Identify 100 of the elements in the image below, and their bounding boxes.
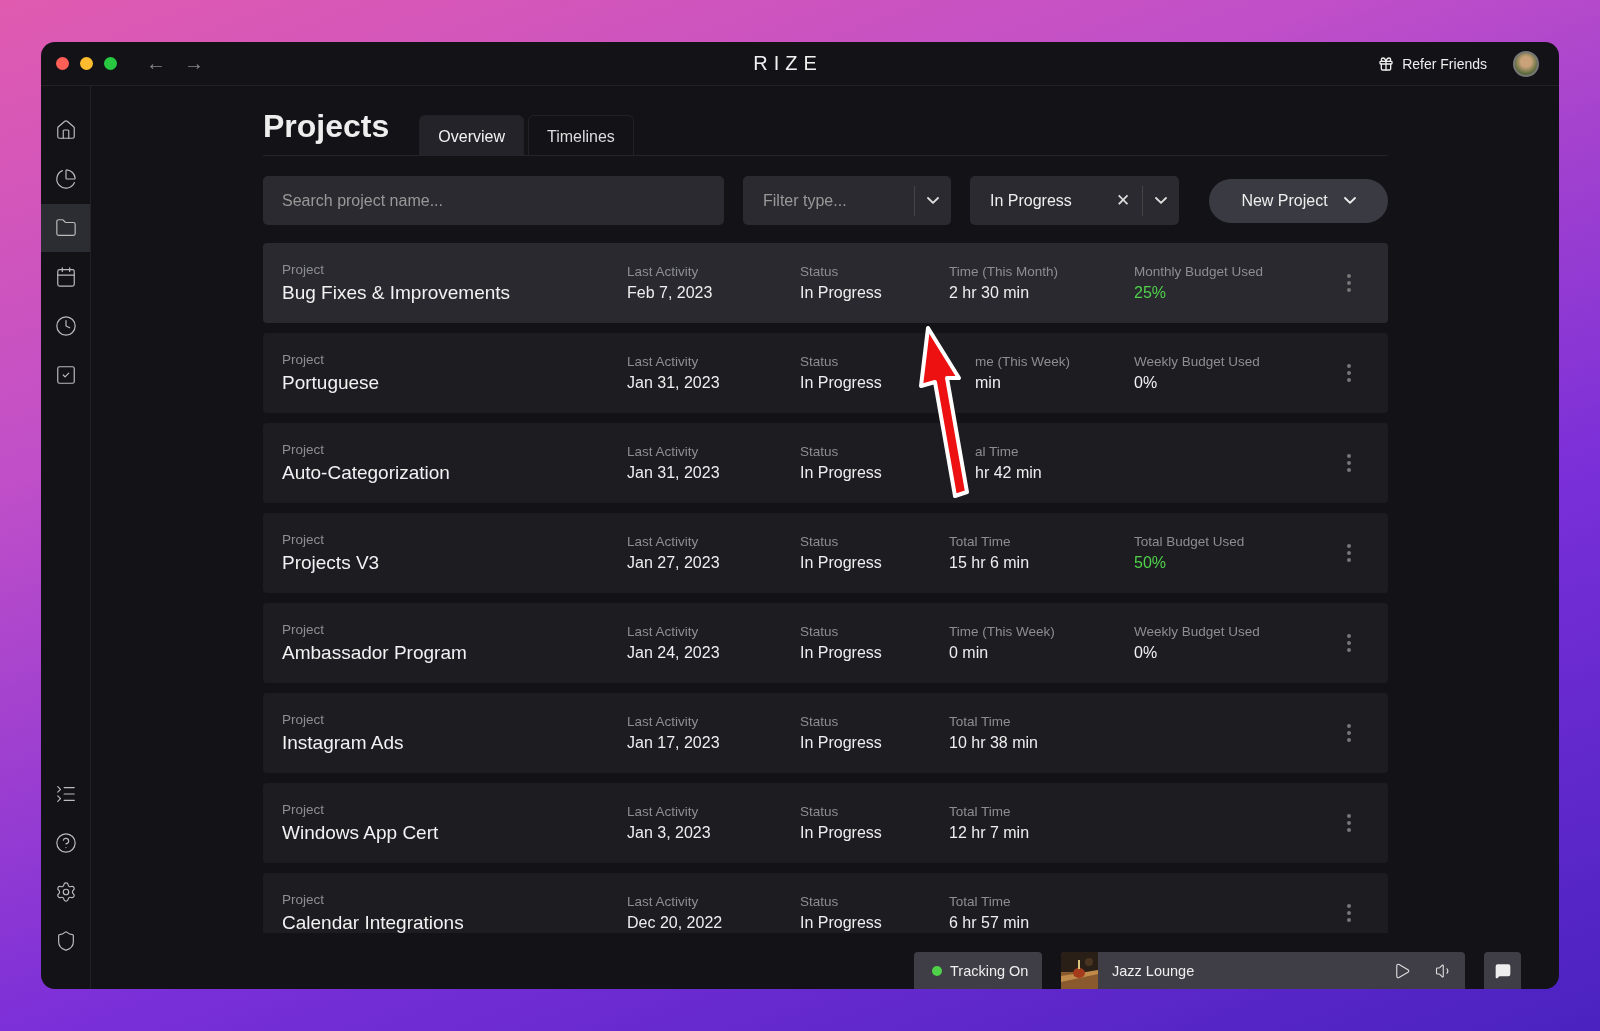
close-button[interactable] [56, 57, 69, 70]
status-value: In Progress [800, 284, 882, 302]
last-activity-date: Jan 17, 2023 [627, 734, 720, 752]
project-name: Ambassador Program [282, 642, 467, 664]
page-title: Projects [263, 108, 390, 145]
new-project-button[interactable]: New Project [1209, 178, 1388, 223]
field-label: Weekly Budget Used [1134, 624, 1260, 639]
forward-button[interactable]: → [184, 52, 204, 75]
tab[interactable]: Overview [419, 115, 524, 155]
budget-value: 0% [1134, 374, 1158, 392]
more-button[interactable] [1347, 724, 1351, 742]
field-label: Total Time [949, 804, 1011, 819]
field-label: Status [800, 894, 839, 909]
time-value: 12 hr 7 min [949, 824, 1030, 842]
clear-button[interactable]: ✕ [1104, 186, 1142, 215]
avatar[interactable] [1513, 50, 1539, 77]
tab[interactable]: Timelines [527, 115, 634, 155]
more-button[interactable] [1347, 904, 1351, 922]
field-label: Project [282, 622, 325, 637]
project-row[interactable]: Project Ambassador Program Last Activity Jan 24, 2023 Status In Progress Time (This Week) 0 min Weekly Budget Used 0% [263, 603, 1388, 683]
more-button[interactable] [1347, 634, 1351, 652]
status-value: In Progress [800, 644, 882, 662]
more-icon [1347, 634, 1351, 652]
last-activity-date: Jan 31, 2023 [627, 464, 720, 482]
field-label: al Time [975, 444, 1019, 459]
filter-type-field[interactable]: Filter type... [743, 176, 914, 225]
more-button[interactable] [1347, 544, 1351, 562]
project-row[interactable]: Project Instagram Ads Last Activity Jan 17, 2023 Status In Progress Total Time 10 hr 38 min [263, 693, 1388, 773]
status-value: In Progress [800, 914, 882, 932]
more-icon [1347, 274, 1351, 292]
field-label: Project [282, 892, 325, 907]
time-value: min [975, 374, 1001, 392]
refer-friends-button[interactable]: Refer Friends [1372, 54, 1493, 73]
back-button[interactable]: ← [146, 52, 166, 75]
app-logo: RIZE [753, 52, 823, 75]
budget-value: 25% [1134, 284, 1167, 302]
field-label: Status [800, 804, 839, 819]
field-label: Status [800, 714, 839, 729]
folder-icon [54, 217, 77, 239]
tracking-button[interactable]: Tracking On [914, 952, 1042, 989]
project-row[interactable]: Project Projects V3 Last Activity Jan 27, 2023 Status In Progress Total Time 15 hr 6 min Total Budget Used 50% [263, 513, 1388, 593]
track-title: Jazz Lounge [1111, 962, 1196, 979]
more-icon [1347, 904, 1351, 922]
minimize-button[interactable] [80, 57, 93, 70]
field-label: Status [800, 354, 839, 369]
field-label: Status [800, 624, 839, 639]
status-value: In Progress [800, 824, 882, 842]
project-row[interactable]: Project Portuguese Last Activity Jan 31, 2023 Status In Progress me (This Week) min Weekly Budget Used 0% [263, 333, 1388, 413]
field-label: Last Activity [627, 624, 699, 639]
project-name: Calendar Integrations [282, 912, 464, 933]
chevron-down-icon [927, 196, 939, 205]
field-label: Project [282, 802, 325, 817]
field-label: Total Time [949, 714, 1011, 729]
more-button[interactable] [1347, 274, 1351, 292]
filter-type-select[interactable]: Filter type... [743, 176, 951, 225]
budget-value: 0% [1134, 644, 1158, 662]
time-value: 10 hr 38 min [949, 734, 1038, 752]
list-icon [54, 783, 77, 805]
checkbox-icon [54, 364, 77, 386]
status-value: In Progress [800, 554, 882, 572]
more-icon [1347, 724, 1351, 742]
gift-icon [1378, 55, 1395, 72]
more-icon [1347, 454, 1351, 472]
zoom-button[interactable] [104, 57, 117, 70]
project-row[interactable]: Project Bug Fixes & Improvements Last Activity Feb 7, 2023 Status In Progress Time (This Month) 2 hr 30 min Monthly Budget Used 25% [263, 243, 1388, 323]
field-label: Last Activity [627, 354, 699, 369]
settings-icon [54, 881, 77, 903]
field-label: Project [282, 352, 325, 367]
search-field[interactable]: Search project name... [263, 176, 724, 225]
project-name: Auto-Categorization [282, 462, 450, 484]
project-row[interactable]: Project Auto-Categorization Last Activity Jan 31, 2023 Status In Progress al Time hr 42 min [263, 423, 1388, 503]
field-label: Total Time [949, 894, 1011, 909]
project-name: Bug Fixes & Improvements [282, 282, 511, 304]
status-filter-value[interactable]: In Progress [970, 191, 1104, 210]
field-label: Last Activity [627, 714, 699, 729]
chat-button[interactable] [1484, 952, 1521, 989]
more-button[interactable] [1347, 814, 1351, 832]
project-name: Portuguese [282, 372, 380, 394]
project-name: Projects V3 [282, 552, 380, 574]
field-label: Last Activity [627, 444, 699, 459]
home-icon [54, 119, 77, 141]
project-row[interactable]: Project Windows App Cert Last Activity Jan 3, 2023 Status In Progress Total Time 12 hr 7 min [263, 783, 1388, 863]
clock-icon [54, 315, 77, 337]
field-label: Status [800, 264, 839, 279]
time-value: hr 42 min [975, 464, 1042, 482]
field-label: Project [282, 712, 325, 727]
time-value: 2 hr 30 min [949, 284, 1030, 302]
field-label: Total Budget Used [1134, 534, 1245, 549]
sidebar-item[interactable] [41, 204, 90, 252]
field-label: Last Activity [627, 534, 699, 549]
field-label: Project [282, 262, 325, 277]
time-value: 15 hr 6 min [949, 554, 1030, 572]
last-activity-date: Feb 7, 2023 [627, 284, 713, 302]
field-label: Time (This Week) [949, 624, 1055, 639]
project-row[interactable]: Project Calendar Integrations Last Activity Dec 20, 2022 Status In Progress Total Time 6 hr 57 min [263, 873, 1388, 933]
more-button[interactable] [1347, 364, 1351, 382]
last-activity-date: Dec 20, 2022 [627, 914, 723, 932]
last-activity-date: Jan 24, 2023 [627, 644, 720, 662]
more-icon [1347, 814, 1351, 832]
more-button[interactable] [1347, 454, 1351, 472]
